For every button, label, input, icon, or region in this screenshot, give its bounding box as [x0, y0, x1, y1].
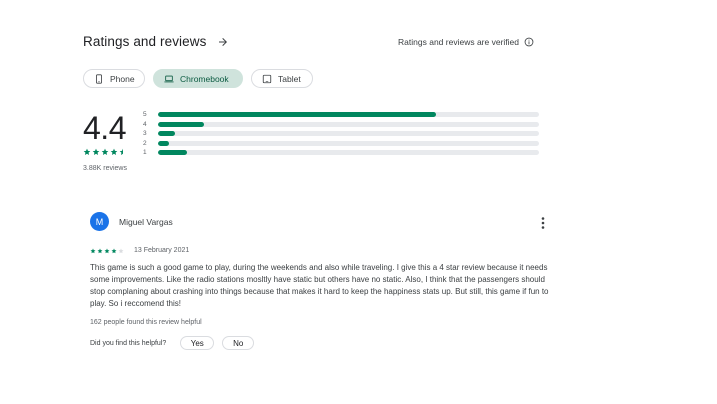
rating-bar-track	[158, 121, 539, 127]
rating-bar-label: 2	[143, 139, 147, 147]
chip-tablet[interactable]: Tablet	[251, 69, 313, 88]
star-icon	[90, 248, 96, 254]
review-stars	[90, 248, 124, 254]
rating-bar-fill	[158, 150, 187, 156]
review-card: M Miguel Vargas 13 February 2021 This ga…	[90, 212, 560, 350]
helpful-count: 162 people found this review helpful	[90, 319, 202, 326]
rating-bar-track	[158, 131, 539, 137]
star-half-icon	[119, 148, 127, 156]
rating-bar-label: 4	[143, 120, 147, 128]
star-icon	[83, 148, 91, 156]
tablet-icon	[262, 74, 272, 84]
star-icon	[110, 148, 118, 156]
star-icon	[101, 148, 109, 156]
no-button[interactable]: No	[222, 336, 255, 350]
helpful-question: Did you find this helpful?	[90, 339, 167, 347]
star-icon	[111, 248, 117, 254]
rating-bar-row: 4	[143, 120, 539, 130]
chip-phone[interactable]: Phone	[83, 69, 145, 88]
rating-bar-fill	[158, 112, 437, 118]
arrow-right-icon[interactable]	[216, 35, 230, 49]
chip-tablet-label: Tablet	[278, 73, 301, 84]
verified-text: Ratings and reviews are verified	[398, 37, 519, 47]
chip-chromebook-label: Chromebook	[180, 73, 229, 84]
verified-notice: Ratings and reviews are verified	[398, 37, 534, 47]
average-rating: 4.4	[83, 110, 126, 146]
star-icon	[92, 148, 100, 156]
rating-bar-label: 3	[143, 130, 147, 138]
rating-bar-label: 5	[143, 111, 147, 119]
ratings-header[interactable]: Ratings and reviews	[83, 34, 230, 49]
helpful-prompt: Did you find this helpful? Yes No	[90, 336, 560, 350]
rating-bar-row: 5	[143, 110, 539, 120]
star-icon	[97, 248, 103, 254]
rating-bar-row: 1	[143, 148, 539, 158]
review-text: This game is such a good game to play, d…	[90, 263, 549, 308]
rating-bar-label: 1	[143, 149, 147, 157]
star-icon	[104, 248, 110, 254]
chip-phone-label: Phone	[110, 73, 135, 84]
chip-chromebook[interactable]: Chromebook	[153, 69, 243, 88]
rating-bar-fill	[158, 140, 170, 146]
phone-icon	[94, 73, 104, 84]
more-vert-icon[interactable]	[538, 216, 548, 230]
avatar: M	[90, 212, 109, 231]
device-filter-chips: Phone Chromebook Tablet	[83, 69, 313, 88]
laptop-icon	[164, 74, 174, 84]
rating-bar-track	[158, 140, 539, 146]
review-date: 13 February 2021	[134, 247, 190, 254]
yes-button[interactable]: Yes	[180, 336, 215, 350]
star-empty-icon	[118, 248, 124, 254]
review-author: Miguel Vargas	[119, 216, 173, 227]
rating-bar-row: 2	[143, 139, 539, 149]
rating-bar-track	[158, 112, 539, 118]
rating-bar-track	[158, 150, 539, 156]
review-meta: 13 February 2021	[90, 247, 560, 254]
rating-bar-row: 3	[143, 129, 539, 139]
section-title[interactable]: Ratings and reviews	[83, 34, 206, 49]
info-icon[interactable]	[524, 37, 534, 47]
rating-bar-fill	[158, 131, 176, 137]
rating-bar-fill	[158, 121, 204, 127]
rating-distribution: 5 4 3 2 1	[143, 110, 539, 158]
summary-stars	[83, 148, 127, 156]
total-reviews: 3.88K reviews	[83, 165, 127, 172]
rating-summary: 4.4 3.88K reviews	[83, 112, 127, 172]
review-header: M Miguel Vargas	[90, 212, 560, 231]
